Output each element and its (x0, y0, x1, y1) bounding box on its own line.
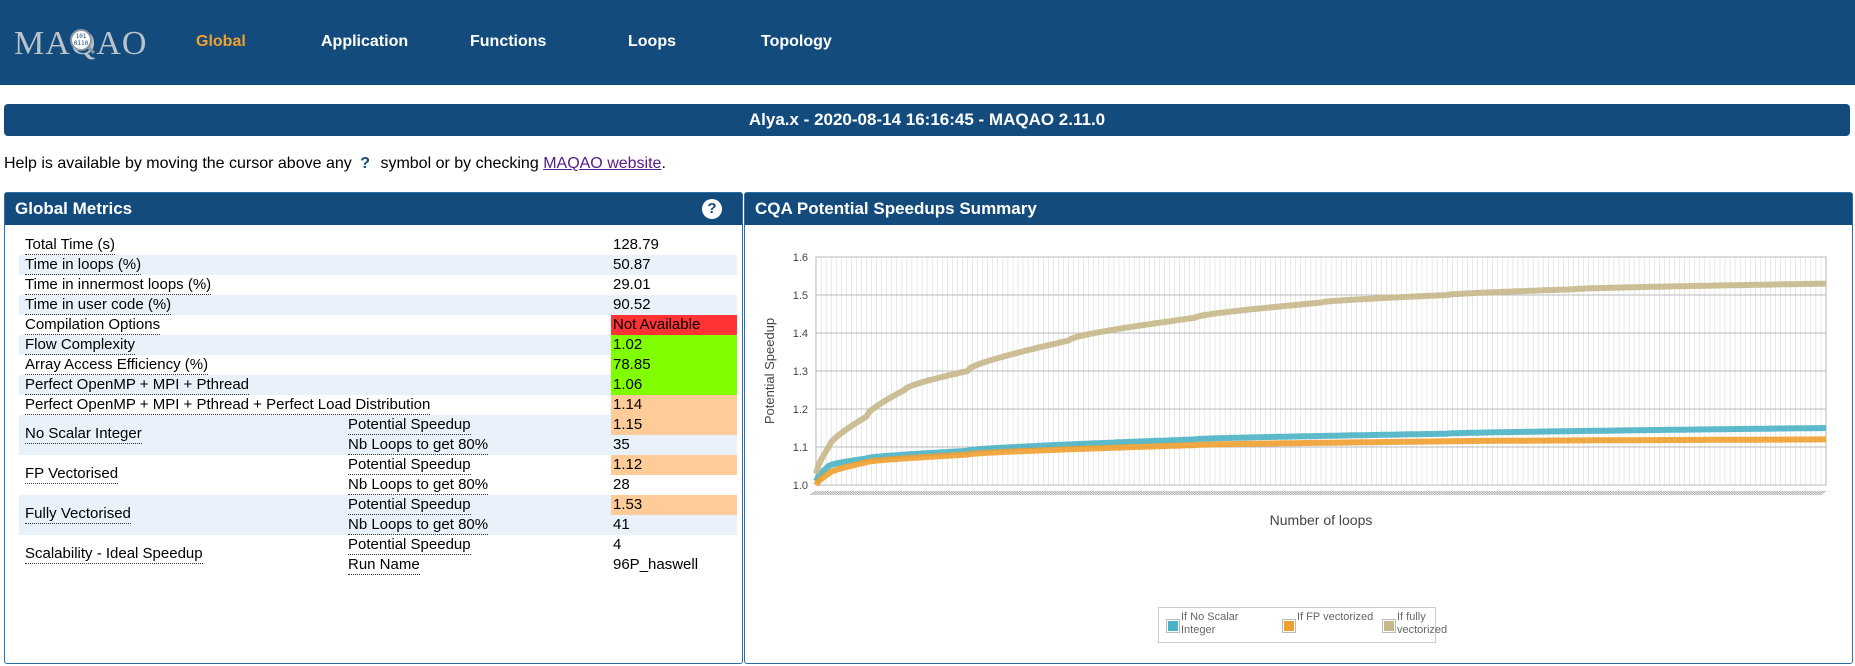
cqa-speedups-panel: CQA Potential Speedups Summary 1.0 1.1 1.2… (744, 192, 1853, 664)
metric-label: Total Time (s) (25, 236, 116, 255)
chart-legend: If No Scalar Integer If FP vectorized If f… (1158, 607, 1447, 643)
report-title-banner: Alya.x - 2020-08-14 16:16:45 - MAQAO 2.1… (4, 104, 1850, 136)
metric-label: Perfect OpenMP + MPI + Pthread + Perfect… (25, 396, 431, 415)
metric-row: Perfect OpenMP + MPI + Pthread 1.06 (19, 375, 737, 395)
help-text-middle: symbol or by checking (380, 155, 539, 172)
metric-value: 29.01 (613, 276, 651, 293)
legend-swatch (1166, 619, 1180, 633)
metric-label: Time in loops (%) (25, 256, 142, 275)
metric-sub-label: Run Name (348, 556, 420, 575)
nav-global[interactable]: Global (196, 32, 246, 52)
legend-swatch (1382, 619, 1396, 633)
metric-value: 4 (613, 536, 622, 553)
legend-label: If fully vectorized (1397, 611, 1448, 636)
metric-value: 96P_haswell (613, 556, 699, 573)
metric-group: Fully Vectorised Potential Speedup Nb Loop… (19, 495, 737, 535)
help-text-before: Help is available by moving the cursor a… (4, 155, 352, 172)
metric-sub-label: Potential Speedup (348, 416, 471, 435)
metric-label: Time in user code (%) (25, 296, 172, 315)
nav-application[interactable]: Application (321, 32, 408, 52)
legend-label: If FP vectorized (1297, 611, 1374, 623)
help-symbol-icon: ? (360, 155, 370, 172)
cqa-header: CQA Potential Speedups Summary (745, 193, 1852, 225)
metric-sub-label: Nb Loops to get 80% (348, 516, 489, 535)
metric-sub-label: Potential Speedup (348, 496, 471, 515)
metric-value: 1.53 (611, 495, 737, 515)
top-navigation-bar: MAQAO 101 0110 Global Application Functi… (0, 0, 1855, 85)
metric-row: Flow Complexity 1.02 (19, 335, 737, 355)
legend-label: If No Scalar Integer (1181, 611, 1239, 636)
metric-value: 1.02 (611, 335, 737, 355)
global-metrics-table: Total Time (s) 128.79 Time in loops (%) 50.… (19, 235, 737, 575)
y-tick-label: 1.0 (793, 480, 808, 492)
y-tick-label: 1.1 (793, 442, 808, 454)
metric-row: Time in innermost loops (%) 29.01 (19, 275, 737, 295)
metric-value: 1.06 (611, 375, 737, 395)
metric-label: Array Access Efficiency (%) (25, 356, 209, 375)
metric-row: Compilation Options Not Available (19, 315, 737, 335)
maqao-website-link[interactable]: MAQAO website (543, 155, 661, 172)
metric-value: 90.52 (613, 296, 651, 313)
magnifier-icon: 101 0110 (70, 29, 95, 54)
nav-loops[interactable]: Loops (628, 32, 676, 52)
metric-group: FP Vectorised Potential Speedup Nb Loops t… (19, 455, 737, 495)
metric-group-label: Scalability - Ideal Speedup (25, 545, 203, 564)
cqa-title: CQA Potential Speedups Summary (755, 199, 1037, 218)
metric-value: 128.79 (613, 236, 659, 253)
metric-sub-label: Nb Loops to get 80% (348, 476, 489, 495)
y-tick-label: 1.3 (793, 366, 808, 378)
help-text-after: . (661, 155, 666, 172)
nav-topology[interactable]: Topology (761, 32, 832, 52)
metric-label: Time in innermost loops (%) (25, 276, 212, 295)
y-axis-title: Potential Speedup (762, 318, 777, 424)
metric-sub-label: Potential Speedup (348, 536, 471, 555)
cqa-speedup-chart: 1.0 1.1 1.2 1.3 1.4 1.5 1.6 Potential Speedup Nu… (762, 252, 1827, 528)
metric-sub-label: Potential Speedup (348, 456, 471, 475)
x-tick-labels (809, 490, 1827, 496)
svg-text:101: 101 (76, 33, 87, 40)
x-axis-title: Number of loops (1270, 512, 1373, 528)
metric-row: Total Time (s) 128.79 (19, 235, 737, 255)
metric-row: Time in loops (%) 50.87 (19, 255, 737, 275)
y-tick-label: 1.2 (793, 404, 808, 416)
legend-swatch (1282, 619, 1296, 633)
metric-row: Time in user code (%) 90.52 (19, 295, 737, 315)
metric-label: Flow Complexity (25, 336, 136, 355)
metric-group-label: No Scalar Integer (25, 425, 142, 444)
metric-sub-label: Nb Loops to get 80% (348, 436, 489, 455)
metric-value: 78.85 (611, 355, 737, 375)
metric-value: 35 (613, 436, 630, 453)
metric-value: Not Available (611, 315, 737, 335)
y-tick-label: 1.4 (793, 328, 808, 340)
nav-functions[interactable]: Functions (470, 32, 546, 52)
y-tick-label: 1.5 (793, 290, 808, 302)
global-metrics-title: Global Metrics (15, 199, 133, 218)
metric-group: No Scalar Integer Potential Speedup Nb Loo… (19, 415, 737, 455)
metric-group-label: Fully Vectorised (25, 505, 131, 524)
metric-value: 1.15 (611, 415, 737, 435)
global-metrics-panel: Global Metrics ? Total Time (s) 128.79 Tim… (4, 192, 743, 664)
metric-value: 41 (613, 516, 630, 533)
metric-value: 1.14 (611, 395, 737, 415)
metric-row: Perfect OpenMP + MPI + Pthread + Perfect… (19, 395, 737, 415)
help-line: Help is available by moving the cursor a… (4, 154, 666, 174)
metric-group-label: FP Vectorised (25, 465, 119, 484)
metric-label: Compilation Options (25, 316, 161, 335)
metric-group: Scalability - Ideal Speedup Potential Spe… (19, 535, 737, 575)
global-metrics-header: Global Metrics ? (5, 193, 742, 225)
metric-value: 1.12 (611, 455, 737, 475)
help-circle-icon[interactable]: ? (702, 199, 722, 219)
y-tick-label: 1.6 (793, 252, 808, 264)
metric-value: 50.87 (613, 256, 651, 273)
metric-row: Array Access Efficiency (%) 78.85 (19, 355, 737, 375)
metric-label: Perfect OpenMP + MPI + Pthread (25, 376, 250, 395)
svg-text:0110: 0110 (74, 40, 89, 47)
maqao-logo[interactable]: MAQAO 101 0110 (14, 22, 150, 66)
metric-value: 28 (613, 476, 630, 493)
